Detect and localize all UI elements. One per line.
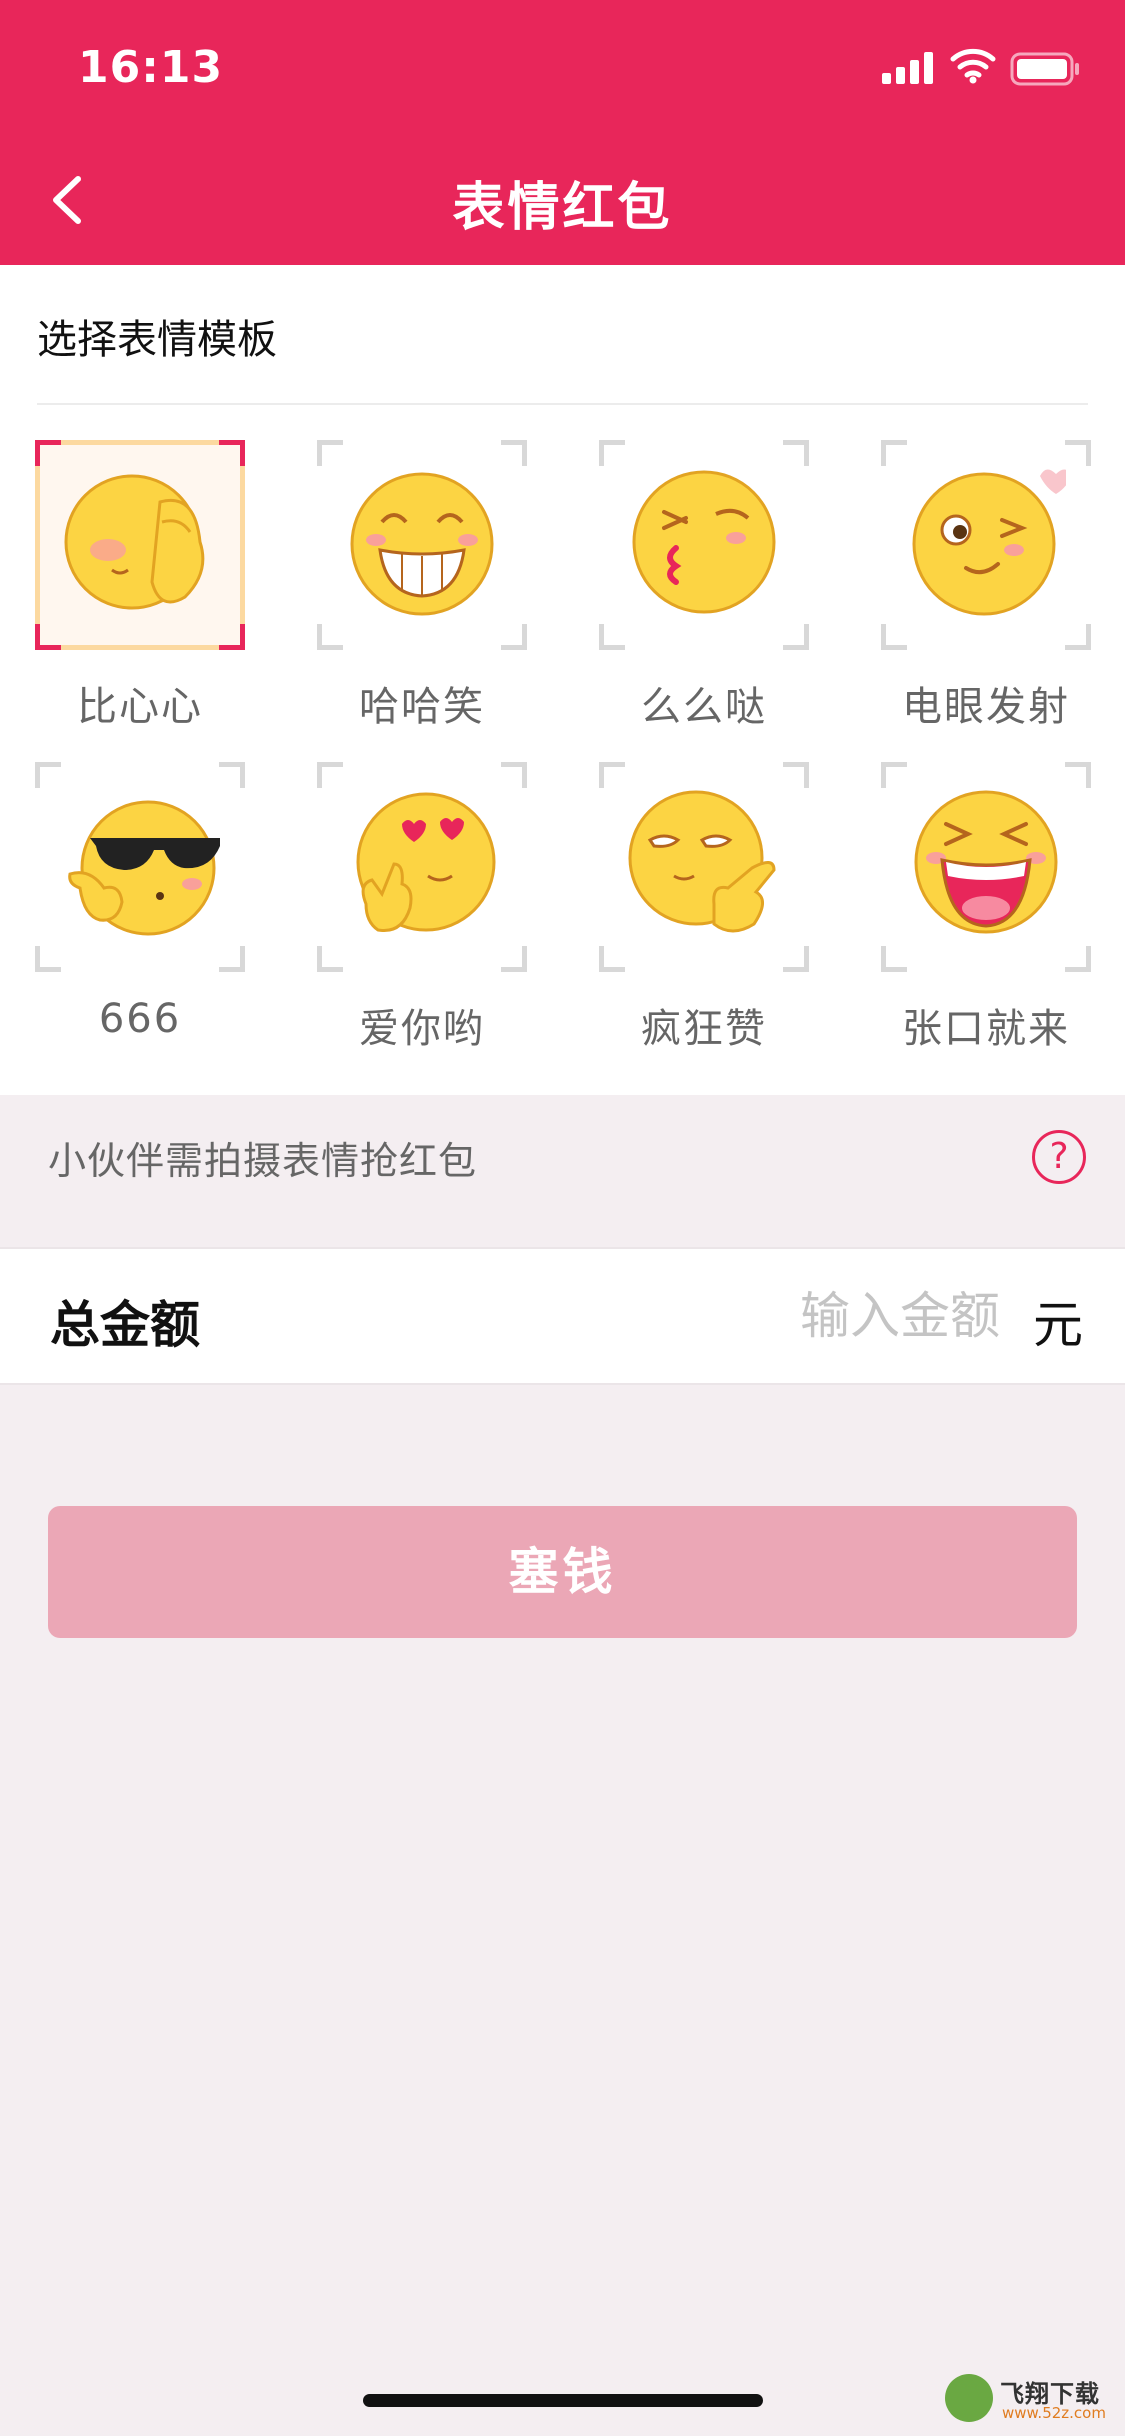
template-label: 疯狂赞 (641, 1006, 767, 1052)
watermark-url: www.52z.com (1002, 2404, 1106, 2422)
template-label: 哈哈笑 (359, 684, 485, 730)
template-frame (881, 440, 1091, 650)
battery-icon (1010, 52, 1079, 86)
watermark-logo-icon (945, 2374, 993, 2422)
thumbs-up-emoji-icon (628, 790, 776, 933)
amount-label: 总金额 (50, 1296, 200, 1354)
heart-hand-emoji-icon (64, 474, 205, 610)
hint-row: 小伙伴需拍摄表情抢红包 ? (0, 1095, 1125, 1245)
wifi-icon (950, 48, 996, 84)
template-panel: 选择表情模板 比心心 哈哈笑 么么哒 电眼发射 666 爱你哟 疯狂赞 张口就来 (0, 265, 1125, 1095)
kissing-emoji-icon (632, 470, 776, 614)
template-frame (599, 762, 809, 972)
template-label: 张口就来 (902, 1006, 1070, 1052)
template-tile-memeda[interactable]: 么么哒 (599, 440, 809, 732)
hint-text: 小伙伴需拍摄表情抢红包 (48, 1139, 478, 1183)
amount-input[interactable] (700, 1281, 1000, 1351)
template-frame (881, 762, 1091, 972)
template-label: 比心心 (77, 684, 203, 730)
submit-money-button[interactable]: 塞钱 (48, 1506, 1077, 1638)
amount-row: 总金额 元 (0, 1247, 1125, 1385)
template-label: 么么哒 (641, 684, 767, 730)
template-tile-dianyanfashe[interactable]: 电眼发射 (881, 440, 1091, 732)
template-label: 666 (98, 996, 182, 1042)
template-tile-bixinxin[interactable]: 比心心 (35, 440, 245, 732)
section-title: 选择表情模板 (37, 317, 277, 363)
template-tile-ainiyo[interactable]: 爱你哟 (317, 762, 527, 1054)
status-time: 16:13 (78, 42, 224, 93)
help-icon[interactable]: ? (1032, 1130, 1086, 1184)
cellular-signal-icon (882, 52, 934, 84)
template-tile-zhangkoujiulai[interactable]: 张口就来 (881, 762, 1091, 1054)
template-frame (35, 762, 245, 972)
page-title: 表情红包 (452, 178, 673, 238)
nav-bar: 表情红包 (0, 135, 1125, 265)
heart-eyes-emoji-icon (356, 792, 496, 933)
template-tile-hahaxiao[interactable]: 哈哈笑 (317, 440, 527, 732)
template-frame (35, 440, 245, 650)
laughing-emoji-icon (350, 472, 494, 616)
template-tile-fengkuangzan[interactable]: 疯狂赞 (599, 762, 809, 1054)
template-label: 电眼发射 (902, 684, 1070, 730)
status-bar: 16:13 (0, 0, 1125, 135)
watermark: 飞翔下载 www.52z.com (945, 2372, 1120, 2428)
sunglasses-666-emoji-icon (68, 800, 220, 936)
template-frame (317, 762, 527, 972)
template-tile-666[interactable]: 666 (35, 762, 245, 1042)
home-indicator (363, 2394, 763, 2407)
template-frame (599, 440, 809, 650)
template-label: 爱你哟 (359, 1006, 485, 1052)
winking-emoji-icon (912, 469, 1066, 616)
template-frame (317, 440, 527, 650)
divider (37, 403, 1088, 405)
open-mouth-laugh-emoji-icon (914, 790, 1058, 934)
amount-unit: 元 (1033, 1296, 1083, 1354)
